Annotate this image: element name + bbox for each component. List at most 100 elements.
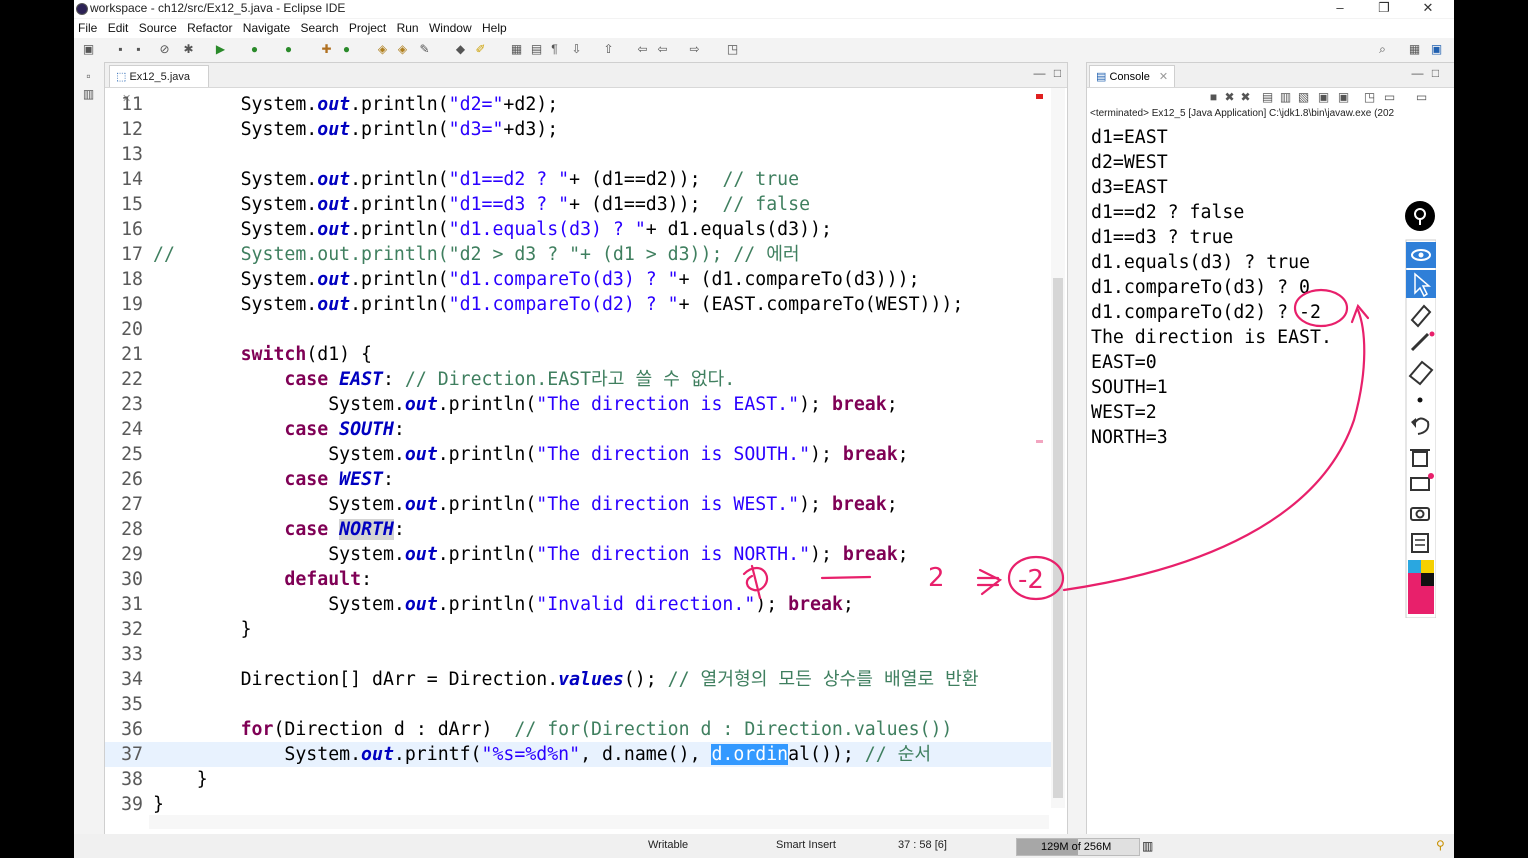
palette-handle-icon[interactable] [1405,201,1435,231]
menu-navigate[interactable]: Navigate [243,19,290,38]
code-line[interactable]: 14 System.out.println("d1==d2 ? "+ (d1==… [105,167,1051,192]
open-type-icon[interactable]: ◈ [376,43,389,56]
new-class-icon[interactable]: ● [340,43,353,56]
code-line[interactable]: 11 System.out.println("d2="+d2); [105,92,1051,117]
eye-icon[interactable] [1406,242,1436,268]
word-wrap-icon[interactable]: ▤ [530,43,543,56]
code-line[interactable]: 23 System.out.println("The direction is … [105,392,1051,417]
show-whitespace-icon[interactable]: ▦ [510,43,523,56]
code-line[interactable]: 16 System.out.println("d1.equals(d3) ? "… [105,217,1051,242]
close-button[interactable]: ✕ [1406,0,1450,18]
remove-launch-icon[interactable]: ✖ [1223,91,1236,104]
code-line[interactable]: 26 case WEST: [105,467,1051,492]
code-line[interactable]: 12 System.out.println("d3="+d3); [105,117,1051,142]
code-line[interactable]: 37 System.out.printf("%s=%d%n", d.name()… [105,742,1051,767]
show-on-error-icon[interactable]: ▣ [1337,91,1350,104]
menu-window[interactable]: Window [429,19,472,38]
save-all-icon[interactable]: ▪ [132,43,145,56]
menu-file[interactable]: File [78,19,97,38]
code-line[interactable]: 27 System.out.println("The direction is … [105,492,1051,517]
code-line[interactable]: 18 System.out.println("d1.compareTo(d3) … [105,267,1051,292]
display-console-icon[interactable]: ▭ [1383,91,1396,104]
code-line[interactable]: 29 System.out.println("The direction is … [105,542,1051,567]
gc-icon[interactable]: ▥ [1142,839,1153,853]
pilcrow-icon[interactable]: ¶ [548,43,561,56]
code-line[interactable]: 36 for(Direction d : dArr) // for(Direct… [105,717,1051,742]
code-line[interactable]: 20 [105,317,1051,342]
code-area[interactable]: 11 System.out.println("d2="+d2); 12 Syste… [105,88,1067,823]
menu-edit[interactable]: Edit [108,19,129,38]
external-tools-icon[interactable]: ● [282,43,295,56]
menu-source[interactable]: Source [139,19,177,38]
back-icon[interactable]: ⇦ [656,43,669,56]
code-line[interactable]: 28 case NORTH: [105,517,1051,542]
code-line[interactable]: 31 System.out.println("Invalid direction… [105,592,1051,617]
scroll-lock-icon[interactable]: ▥ [1279,91,1292,104]
next-annotation-icon[interactable]: ⇩ [570,43,583,56]
package-explorer-icon[interactable]: ▥ [82,88,95,101]
remove-all-icon[interactable]: ✖ [1239,91,1252,104]
debug-icon[interactable]: ✱ [182,43,195,56]
new-icon[interactable]: ▣ [82,43,95,56]
code-line[interactable]: 39} [105,792,1051,817]
code-line[interactable]: 33 [105,642,1051,667]
code-line[interactable]: 35 [105,692,1051,717]
dot-icon[interactable] [1417,397,1423,403]
code-line[interactable]: 34 Direction[] dArr = Direction.values()… [105,667,1051,692]
last-edit-icon[interactable]: ⇦ [636,43,649,56]
code-line[interactable]: 25 System.out.println("The direction is … [105,442,1051,467]
code-line[interactable]: 21 switch(d1) { [105,342,1051,367]
run-icon[interactable]: ▶ [214,43,227,56]
java-perspective-icon[interactable]: ▣ [1430,43,1443,56]
menu-project[interactable]: Project [349,19,386,38]
occurrence-marker[interactable] [1036,440,1043,443]
code-line[interactable]: 15 System.out.println("d1==d3 ? "+ (d1==… [105,192,1051,217]
console-output[interactable]: d1=EAST d2=WEST d3=EAST d1==d2 ? false d1==d… [1091,125,1332,450]
code-line[interactable]: 22 case EAST: // Direction.EAST라고 쓸 수 없다… [105,367,1051,392]
menu-run[interactable]: Run [397,19,419,38]
heap-status[interactable]: 129M of 256M [1016,838,1140,856]
pin-console-icon[interactable]: ◳ [1363,91,1376,104]
clear-console-icon[interactable]: ▤ [1261,91,1274,104]
new-java-project-icon[interactable]: ✚ [320,43,333,56]
menu-help[interactable]: Help [482,19,507,38]
maximize-view-icon[interactable]: □ [1051,67,1064,80]
editor-horizontal-scrollbar[interactable] [149,815,1049,829]
minimize-view-icon[interactable]: — [1033,67,1046,80]
open-console-icon[interactable]: ▭ [1415,91,1428,104]
block-selection-icon[interactable]: ✐ [474,43,487,56]
console-tab[interactable]: ▤ Console ✕ [1089,65,1175,87]
code-line[interactable]: 30 default: [105,567,1051,592]
open-folder-icon[interactable]: ◈ [396,43,409,56]
coverage-icon[interactable]: ● [248,43,261,56]
notifications-icon[interactable]: ⚲ [1436,838,1445,852]
maximize-button[interactable]: ❐ [1362,0,1406,18]
color-swatches[interactable] [1408,560,1434,614]
console-minimize-icon[interactable]: — [1411,67,1424,80]
menu-search[interactable]: Search [301,19,339,38]
open-perspective-icon[interactable]: ▦ [1408,43,1421,56]
word-wrap-console-icon[interactable]: ▧ [1297,91,1310,104]
forward-icon[interactable]: ⇨ [688,43,701,56]
terminate-icon[interactable]: ■ [1207,91,1220,104]
editor-vertical-scrollbar[interactable] [1051,88,1065,808]
scrollbar-thumb[interactable] [1053,278,1063,798]
skip-breakpoints-icon[interactable]: ⊘ [158,43,171,56]
code-line[interactable]: 24 case SOUTH: [105,417,1051,442]
pin-editor-icon[interactable]: ◳ [726,43,739,56]
error-marker[interactable] [1036,94,1043,99]
minimize-button[interactable]: – [1318,0,1362,18]
close-console-icon[interactable]: ✕ [1159,71,1168,83]
code-line[interactable]: 13 [105,142,1051,167]
search-tool-icon[interactable]: ✎ [418,43,431,56]
console-maximize-icon[interactable]: □ [1429,67,1442,80]
restore-icon[interactable]: ▫ [82,70,95,83]
save-icon[interactable]: ▪ [114,43,127,56]
search-icon[interactable]: ⌕ [1376,43,1389,56]
menu-refactor[interactable]: Refactor [187,19,232,38]
code-line[interactable]: 19 System.out.println("d1.compareTo(d2) … [105,292,1051,317]
code-line[interactable]: 32 } [105,617,1051,642]
toggle-mark-occurrences-icon[interactable]: ◆ [454,43,467,56]
cursor-icon[interactable] [1406,270,1436,298]
code-line[interactable]: 17 // System.out.println("d2 > d3 ? "+ (d… [105,242,1051,267]
